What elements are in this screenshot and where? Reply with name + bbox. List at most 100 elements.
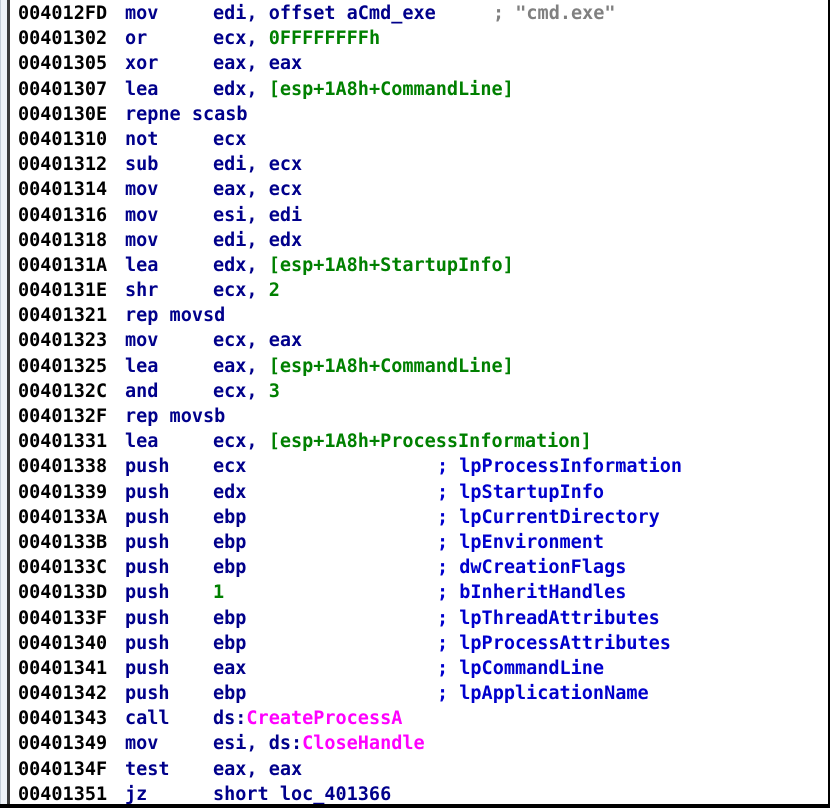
line-operands[interactable]: edx	[213, 480, 246, 505]
line-mnemonic[interactable]: lea	[125, 429, 158, 454]
disassembly-line[interactable]: 00401312 sub edi, ecx	[13, 152, 828, 177]
line-operands[interactable]: ebp	[213, 631, 246, 656]
disassembly-listing[interactable]: 004012FD mov edi, offset aCmd_exe ; "cmd.ex…	[13, 0, 828, 804]
line-operands[interactable]: short loc_401366	[213, 782, 391, 804]
line-address[interactable]: 0040133B	[18, 530, 107, 555]
line-address[interactable]: 00401331	[18, 429, 107, 454]
line-mnemonic[interactable]: xor	[125, 51, 158, 76]
disassembly-line[interactable]: 00401340 push ebp ; lpProcessAttributes	[13, 631, 828, 656]
line-mnemonic[interactable]: lea	[125, 77, 158, 102]
line-operands[interactable]: 1	[213, 580, 224, 605]
disassembly-line[interactable]: 00401316 mov esi, edi	[13, 203, 828, 228]
line-mnemonic[interactable]: call	[125, 706, 170, 731]
line-operands[interactable]: ecx, [esp+1A8h+ProcessInformation]	[213, 429, 592, 454]
line-mnemonic[interactable]: push	[125, 454, 170, 479]
line-address[interactable]: 0040131E	[18, 278, 107, 303]
disassembly-line[interactable]: 00401342 push ebp ; lpApplicationName	[13, 681, 828, 706]
line-address[interactable]: 00401318	[18, 228, 107, 253]
line-mnemonic[interactable]: not	[125, 127, 158, 152]
line-operands[interactable]: edi, offset aCmd_exe	[213, 1, 436, 26]
line-address[interactable]: 00401310	[18, 127, 107, 152]
disassembly-line[interactable]: 0040133D push 1 ; bInheritHandles	[13, 580, 828, 605]
disassembly-line[interactable]: 0040132F rep movsb	[13, 404, 828, 429]
line-operands[interactable]: ebp	[213, 505, 246, 530]
line-mnemonic[interactable]: or	[125, 26, 147, 51]
line-mnemonic[interactable]: mov	[125, 1, 158, 26]
line-operands[interactable]: ecx, 2	[213, 278, 280, 303]
disassembly-line[interactable]: 00401325 lea eax, [esp+1A8h+CommandLine]	[13, 354, 828, 379]
line-address[interactable]: 00401323	[18, 328, 107, 353]
line-mnemonic[interactable]: test	[125, 757, 170, 782]
argument-comment[interactable]: ; lpCurrentDirectory	[437, 505, 660, 530]
line-mnemonic[interactable]: push	[125, 530, 170, 555]
disassembly-line[interactable]: 00401305 xor eax, eax	[13, 51, 828, 76]
disassembly-line[interactable]: 00401349 mov esi, ds:CloseHandle	[13, 731, 828, 756]
line-operands[interactable]: ecx, eax	[213, 328, 302, 353]
line-operands[interactable]: edx, [esp+1A8h+StartupInfo]	[213, 253, 514, 278]
line-operands[interactable]: ecx	[213, 454, 246, 479]
line-address[interactable]: 0040133A	[18, 505, 107, 530]
line-address[interactable]: 00401351	[18, 782, 107, 804]
argument-comment[interactable]: ; lpEnvironment	[437, 530, 604, 555]
line-mnemonic[interactable]: push	[125, 505, 170, 530]
line-mnemonic[interactable]: push	[125, 580, 170, 605]
line-mnemonic[interactable]: mov	[125, 731, 158, 756]
line-address[interactable]: 0040133C	[18, 555, 107, 580]
disassembly-line[interactable]: 00401310 not ecx	[13, 127, 828, 152]
argument-comment[interactable]: ; lpApplicationName	[437, 681, 649, 706]
line-operands[interactable]: ecx	[213, 127, 246, 152]
line-address[interactable]: 0040131A	[18, 253, 107, 278]
line-address[interactable]: 00401341	[18, 656, 107, 681]
operand-token-name[interactable]: aCmd_exe	[347, 3, 436, 24]
disassembly-line[interactable]: 0040133C push ebp ; dwCreationFlags	[13, 555, 828, 580]
disassembly-line[interactable]: 00401351 jz short loc_401366	[13, 782, 828, 804]
line-mnemonic[interactable]: mov	[125, 328, 158, 353]
operand-token-loc[interactable]: loc_401366	[280, 784, 391, 804]
line-address[interactable]: 00401307	[18, 77, 107, 102]
disassembly-line[interactable]: 00401321 rep movsd	[13, 303, 828, 328]
argument-comment[interactable]: ; lpStartupInfo	[437, 480, 604, 505]
line-address[interactable]: 00401325	[18, 354, 107, 379]
disassembly-line[interactable]: 00401302 or ecx, 0FFFFFFFFh	[13, 26, 828, 51]
disassembly-line[interactable]: 00401339 push edx ; lpStartupInfo	[13, 480, 828, 505]
line-operands[interactable]: edi, ecx	[213, 152, 302, 177]
line-mnemonic[interactable]: mov	[125, 177, 158, 202]
line-address[interactable]: 0040132C	[18, 379, 107, 404]
line-mnemonic[interactable]: shr	[125, 278, 158, 303]
operand-token-api[interactable]: CreateProcessA	[246, 708, 402, 729]
line-address[interactable]: 00401305	[18, 51, 107, 76]
disassembly-line[interactable]: 00401314 mov eax, ecx	[13, 177, 828, 202]
disassembly-line[interactable]: 0040131E shr ecx, 2	[13, 278, 828, 303]
line-mnemonic[interactable]: repne scasb	[125, 102, 248, 127]
line-mnemonic[interactable]: lea	[125, 253, 158, 278]
disassembly-line[interactable]: 0040133B push ebp ; lpEnvironment	[13, 530, 828, 555]
argument-comment[interactable]: ; lpCommandLine	[437, 656, 604, 681]
line-mnemonic[interactable]: sub	[125, 152, 158, 177]
line-address[interactable]: 0040130E	[18, 102, 107, 127]
line-operands[interactable]: ebp	[213, 555, 246, 580]
line-operands[interactable]: edx, [esp+1A8h+CommandLine]	[213, 77, 514, 102]
argument-comment[interactable]: ; lpThreadAttributes	[437, 606, 660, 631]
argument-comment[interactable]: ; bInheritHandles	[437, 580, 626, 605]
line-operands[interactable]: eax, [esp+1A8h+CommandLine]	[213, 354, 514, 379]
string-comment[interactable]: ; "cmd.exe"	[493, 1, 616, 26]
operand-token-api[interactable]: CloseHandle	[302, 733, 425, 754]
disassembly-line[interactable]: 00401307 lea edx, [esp+1A8h+CommandLine]	[13, 77, 828, 102]
line-mnemonic[interactable]: jz	[125, 782, 147, 804]
line-address[interactable]: 00401349	[18, 731, 107, 756]
argument-comment[interactable]: ; lpProcessAttributes	[437, 631, 671, 656]
line-operands[interactable]: eax, eax	[213, 51, 302, 76]
line-mnemonic[interactable]: rep movsb	[125, 404, 225, 429]
line-operands[interactable]: eax	[213, 656, 246, 681]
disassembly-window[interactable]: 004012FD mov edi, offset aCmd_exe ; "cmd.ex…	[0, 0, 830, 808]
line-operands[interactable]: ebp	[213, 530, 246, 555]
line-operands[interactable]: ebp	[213, 606, 246, 631]
line-address[interactable]: 00401312	[18, 152, 107, 177]
line-operands[interactable]: esi, edi	[213, 203, 302, 228]
disassembly-line[interactable]: 00401343 call ds:CreateProcessA	[13, 706, 828, 731]
line-address[interactable]: 004012FD	[18, 1, 107, 26]
line-address[interactable]: 0040133F	[18, 606, 107, 631]
disassembly-line[interactable]: 0040134F test eax, eax	[13, 757, 828, 782]
line-mnemonic[interactable]: push	[125, 555, 170, 580]
disassembly-line[interactable]: 004012FD mov edi, offset aCmd_exe ; "cmd.ex…	[13, 1, 828, 26]
